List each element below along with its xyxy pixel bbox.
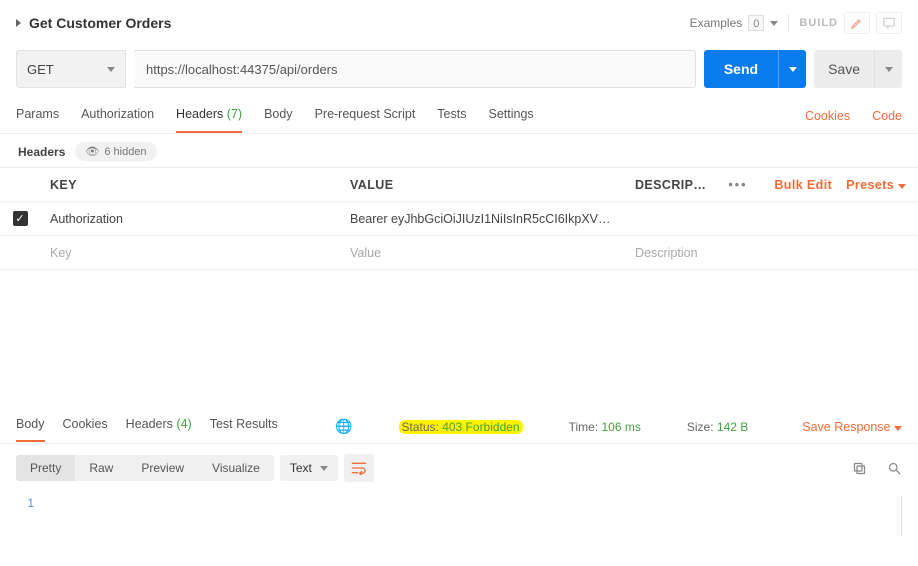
- view-mode-segment: Pretty Raw Preview Visualize: [16, 455, 274, 481]
- size-label: Size:: [687, 420, 714, 434]
- tab-tests[interactable]: Tests: [437, 99, 466, 133]
- method-value: GET: [27, 62, 54, 77]
- tab-headers-label: Headers: [176, 107, 223, 121]
- tab-headers[interactable]: Headers (7): [176, 99, 242, 133]
- comments-icon-button[interactable]: [876, 12, 902, 34]
- send-button-label: Send: [724, 61, 758, 77]
- hidden-headers-text: 6 hidden: [104, 146, 146, 158]
- search-icon[interactable]: [887, 461, 902, 476]
- wrap-icon: [351, 461, 367, 475]
- examples-count-badge: 0: [748, 15, 764, 31]
- header-key-placeholder[interactable]: Key: [40, 246, 340, 260]
- col-description: DESCRIPTION: [625, 178, 718, 192]
- tab-params[interactable]: Params: [16, 99, 59, 133]
- edit-icon-button[interactable]: [844, 12, 870, 34]
- save-button-label: Save: [828, 61, 860, 77]
- col-key: KEY: [40, 178, 340, 192]
- line-number: 1: [16, 496, 44, 536]
- hidden-headers-toggle[interactable]: 👁 6 hidden: [75, 142, 156, 161]
- save-response-label: Save Response: [802, 420, 890, 434]
- table-row: ✓ Authorization Bearer eyJhbGciOiJIUzI1N…: [0, 202, 918, 236]
- examples-dropdown[interactable]: Examples 0: [690, 15, 779, 31]
- response-tab-headers[interactable]: Headers (4): [126, 411, 192, 442]
- col-value: VALUE: [340, 178, 625, 192]
- method-select[interactable]: GET: [16, 50, 126, 88]
- table-row: Key Value Description: [0, 236, 918, 270]
- tab-settings[interactable]: Settings: [488, 99, 533, 133]
- header-value-placeholder[interactable]: Value: [340, 246, 625, 260]
- view-pretty[interactable]: Pretty: [16, 455, 75, 481]
- status-meta: Status: 403 Forbidden: [399, 420, 523, 434]
- tab-prerequest[interactable]: Pre-request Script: [315, 99, 416, 133]
- separator: [788, 14, 789, 32]
- header-key-cell[interactable]: Authorization: [40, 212, 340, 226]
- build-link[interactable]: BUILD: [799, 17, 838, 29]
- save-button[interactable]: Save: [814, 50, 874, 88]
- scrollbar[interactable]: [896, 496, 902, 536]
- eye-icon: 👁: [85, 145, 99, 158]
- chevron-down-icon: [320, 466, 328, 471]
- size-value: 142 B: [717, 420, 748, 434]
- pencil-icon: [850, 16, 864, 30]
- url-input[interactable]: [134, 50, 696, 88]
- wrap-lines-button[interactable]: [344, 454, 374, 482]
- header-desc-placeholder[interactable]: Description: [625, 246, 718, 260]
- chevron-down-icon: [770, 21, 778, 26]
- response-tab-headers-count: (4): [176, 417, 191, 431]
- examples-label: Examples: [690, 16, 743, 30]
- response-tab-body[interactable]: Body: [16, 411, 45, 442]
- status-value: 403 Forbidden: [442, 420, 519, 434]
- header-value-cell[interactable]: Bearer eyJhbGciOiJIUzI1NiIsInR5cCI6IkpXV…: [340, 212, 625, 226]
- chevron-down-icon: [789, 67, 797, 72]
- expand-caret-icon[interactable]: [16, 19, 21, 27]
- code-link[interactable]: Code: [872, 109, 902, 123]
- time-meta: Time: 106 ms: [569, 420, 641, 434]
- bulk-edit-link[interactable]: Bulk Edit: [774, 178, 832, 192]
- tab-body[interactable]: Body: [264, 99, 293, 133]
- view-preview[interactable]: Preview: [127, 455, 198, 481]
- chevron-down-icon: [885, 67, 893, 72]
- tab-headers-count: (7): [227, 107, 242, 121]
- response-tab-cookies[interactable]: Cookies: [63, 411, 108, 442]
- view-visualize[interactable]: Visualize: [198, 455, 274, 481]
- chevron-down-icon: [898, 184, 906, 189]
- response-body[interactable]: [44, 496, 896, 536]
- response-tab-headers-label: Headers: [126, 417, 173, 431]
- request-name: Get Customer Orders: [29, 15, 171, 31]
- size-meta: Size: 142 B: [687, 420, 748, 434]
- view-raw[interactable]: Raw: [75, 455, 127, 481]
- send-split-button[interactable]: [778, 50, 806, 88]
- column-options-button[interactable]: •••: [718, 178, 758, 192]
- chevron-down-icon: [894, 426, 902, 431]
- network-globe-icon[interactable]: 🌐: [335, 418, 352, 435]
- send-button[interactable]: Send: [704, 50, 778, 88]
- format-value: Text: [290, 461, 312, 475]
- headers-table: KEY VALUE DESCRIPTION ••• Bulk Edit Pres…: [0, 167, 918, 270]
- presets-dropdown[interactable]: Presets: [846, 178, 906, 192]
- cookies-link[interactable]: Cookies: [805, 109, 850, 123]
- status-label: Status:: [402, 420, 439, 434]
- response-tab-testresults[interactable]: Test Results: [210, 411, 278, 442]
- time-label: Time:: [569, 420, 599, 434]
- save-split-button[interactable]: [874, 50, 902, 88]
- comment-icon: [882, 16, 896, 30]
- chevron-down-icon: [107, 67, 115, 72]
- copy-icon[interactable]: [852, 461, 867, 476]
- format-select[interactable]: Text: [280, 455, 338, 481]
- tab-authorization[interactable]: Authorization: [81, 99, 154, 133]
- headers-section-label: Headers: [18, 145, 65, 159]
- save-response-dropdown[interactable]: Save Response: [802, 420, 902, 434]
- presets-label: Presets: [846, 178, 894, 192]
- row-checkbox[interactable]: ✓: [13, 211, 28, 226]
- time-value: 106 ms: [602, 420, 641, 434]
